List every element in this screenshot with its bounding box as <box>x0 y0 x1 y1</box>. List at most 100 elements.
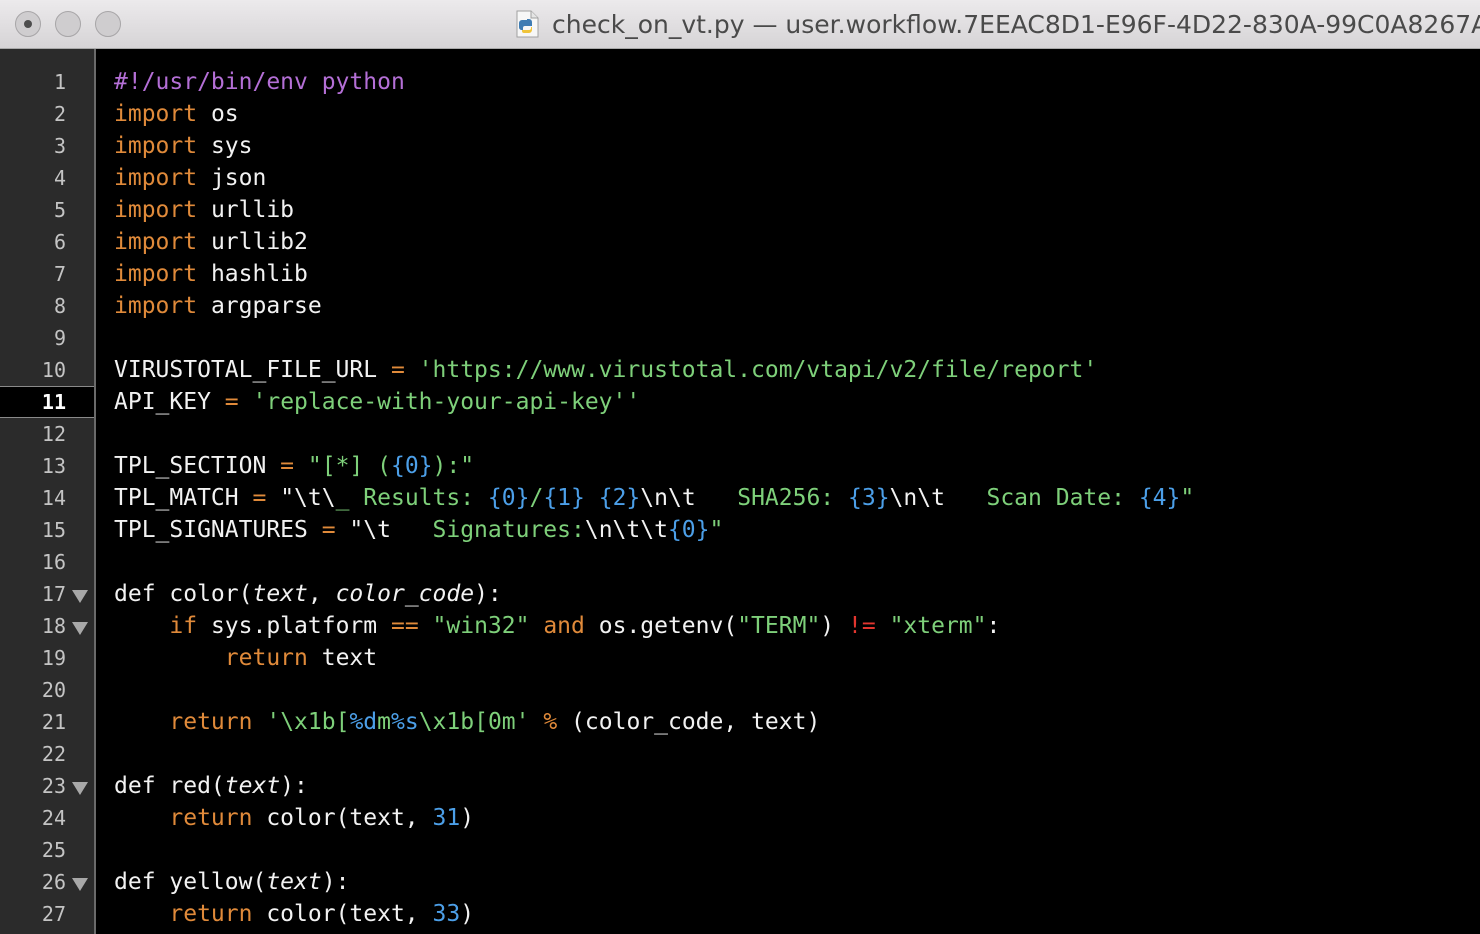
line-number-row[interactable]: 7 <box>0 258 94 290</box>
code-token: text <box>307 645 378 671</box>
code-token: 31 <box>432 805 461 831</box>
code-line[interactable]: VIRUSTOTAL_FILE_URL = 'https://www.virus… <box>114 354 1097 386</box>
line-number-row[interactable]: 22 <box>0 738 94 770</box>
line-number-row[interactable]: 21 <box>0 706 94 738</box>
line-number: 25 <box>41 838 66 862</box>
python-file-icon <box>516 10 539 38</box>
code-token: ):" <box>432 453 475 479</box>
line-number-row[interactable]: 16 <box>0 546 94 578</box>
line-number-row[interactable]: 27 <box>0 898 94 930</box>
line-number-row[interactable]: 9 <box>0 322 94 354</box>
code-token: import <box>114 101 198 127</box>
code-token: text <box>266 869 322 895</box>
code-line[interactable]: import json <box>114 162 266 194</box>
code-line[interactable]: def red(text): <box>114 770 308 802</box>
fold-triangle-icon[interactable] <box>72 782 88 795</box>
code-token: color_code <box>335 581 475 607</box>
code-token: import <box>114 293 198 319</box>
line-number-row[interactable]: 10 <box>0 354 94 386</box>
code-token: os.getenv( <box>584 613 738 639</box>
code-token: = <box>280 453 295 479</box>
line-number-row[interactable]: 24 <box>0 802 94 834</box>
code-line[interactable]: return '\x1b[%dm%s\x1b[0m' % (color_code… <box>114 706 820 738</box>
code-line[interactable]: return text <box>114 642 377 674</box>
code-line[interactable]: TPL_SECTION = "[*] ({0}):" <box>114 450 474 482</box>
code-token: "win32" <box>432 613 530 639</box>
fold-triangle-icon[interactable] <box>72 622 88 635</box>
code-line[interactable]: if sys.platform == "win32" and os.getenv… <box>114 610 1000 642</box>
code-line[interactable]: import argparse <box>114 290 322 322</box>
code-line[interactable]: #!/usr/bin/env python <box>114 66 405 98</box>
code-line[interactable]: def yellow(text): <box>114 866 349 898</box>
code-token: {2} <box>598 485 641 511</box>
code-token: urllib <box>197 197 295 223</box>
code-token: {0} <box>487 485 530 511</box>
close-window-button[interactable] <box>15 11 41 37</box>
code-line[interactable]: TPL_MATCH = "\t\_ Results: {0}/{1} {2}\n… <box>114 482 1194 514</box>
code-token: 'https://www.virustotal.com/vtapi/v2/fil… <box>418 357 1098 383</box>
line-number-row[interactable]: 1 <box>0 66 94 98</box>
line-number-row[interactable]: 8 <box>0 290 94 322</box>
code-line[interactable]: import urllib <box>114 194 294 226</box>
line-number-row[interactable]: 25 <box>0 834 94 866</box>
fold-triangle-icon[interactable] <box>72 878 88 891</box>
line-number: 9 <box>53 326 66 350</box>
code-line[interactable]: TPL_SIGNATURES = "\t Signatures:\n\t\t{0… <box>114 514 723 546</box>
line-number-row[interactable]: 15 <box>0 514 94 546</box>
line-number-row[interactable]: 19 <box>0 642 94 674</box>
code-token: Signatures: <box>432 517 585 543</box>
code-line[interactable]: import sys <box>114 130 252 162</box>
code-token: \n\t <box>640 485 738 511</box>
code-line[interactable]: import hashlib <box>114 258 308 290</box>
code-token: '\x1b[ <box>266 709 350 735</box>
code-token: ) <box>460 901 475 927</box>
code-editor[interactable]: #!/usr/bin/env python import os import sys… <box>114 49 1480 934</box>
line-number: 26 <box>41 870 66 894</box>
code-line[interactable]: import urllib2 <box>114 226 308 258</box>
code-token: ) <box>460 805 475 831</box>
code-token: "\t\ <box>280 485 336 511</box>
line-number-row[interactable]: 3 <box>0 130 94 162</box>
minimize-window-button[interactable] <box>55 11 81 37</box>
line-number: 27 <box>41 902 66 926</box>
fold-triangle-icon[interactable] <box>72 590 88 603</box>
code-token: = <box>224 389 239 415</box>
code-line[interactable]: return color(text, 33) <box>114 898 474 930</box>
code-token: %s <box>391 709 419 735</box>
line-number-row[interactable]: 20 <box>0 674 94 706</box>
code-line[interactable]: import os <box>114 98 239 130</box>
line-number: 12 <box>41 422 66 446</box>
code-token: json <box>197 165 267 191</box>
code-token: {3} <box>848 485 890 511</box>
code-token: " <box>709 517 724 543</box>
code-line[interactable]: def color(text, color_code): <box>114 578 502 610</box>
code-line[interactable]: API_KEY = 'replace-with-your-api-key'' <box>114 386 640 418</box>
line-number-row[interactable]: 13 <box>0 450 94 482</box>
code-token: import <box>114 229 198 255</box>
line-number: 13 <box>41 454 66 478</box>
line-number-row[interactable]: 2 <box>0 98 94 130</box>
line-number-row[interactable]: 4 <box>0 162 94 194</box>
line-number-row[interactable]: 18 <box>0 610 94 642</box>
line-number-row[interactable]: 23 <box>0 770 94 802</box>
line-number: 20 <box>41 678 66 702</box>
code-line[interactable]: return color(text, 31) <box>114 802 474 834</box>
line-number: 19 <box>41 646 66 670</box>
line-number-row[interactable]: 5 <box>0 194 94 226</box>
line-number-row[interactable]: 26 <box>0 866 94 898</box>
line-number-row[interactable]: 14 <box>0 482 94 514</box>
current-line-number[interactable]: 11 <box>0 386 94 418</box>
code-token: def red( <box>114 773 225 799</box>
code-token: "xterm" <box>889 613 987 639</box>
line-number-row[interactable]: 6 <box>0 226 94 258</box>
code-token: def yellow( <box>114 869 267 895</box>
zoom-window-button[interactable] <box>95 11 121 37</box>
line-number-row[interactable]: 12 <box>0 418 94 450</box>
code-token: ): <box>321 869 350 895</box>
code-token: : <box>986 613 1001 639</box>
line-number-row[interactable]: 17 <box>0 578 94 610</box>
code-token: TPL_MATCH <box>114 485 253 511</box>
line-number-gutter: 1 2 3 4 5 6 7 8 9 10 11 12 13 14 15 16 17 18 19 20 21 22 23 24 2… <box>0 49 96 934</box>
